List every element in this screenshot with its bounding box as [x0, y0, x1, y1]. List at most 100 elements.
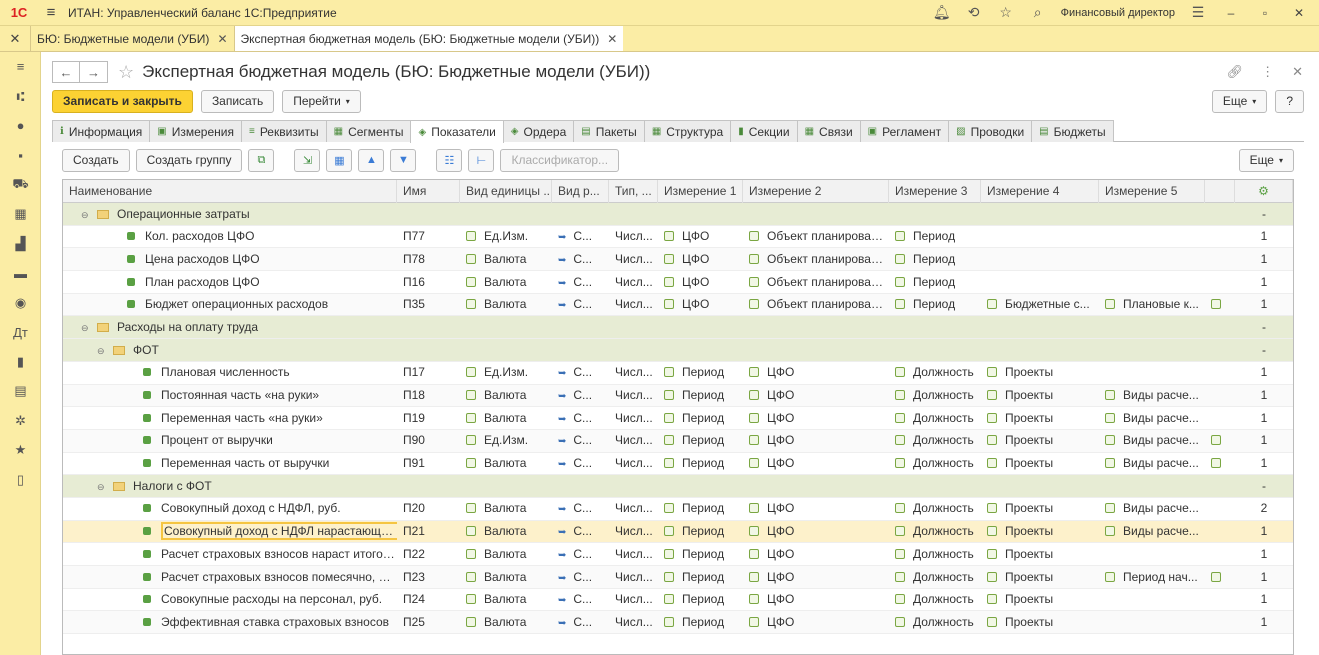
goto-dropdown-button[interactable]: Перейти ▾ — [282, 89, 361, 113]
link-icon[interactable]: 🔗︎ — [1227, 64, 1244, 80]
column-header-dim2[interactable]: Измерение 2 — [743, 180, 889, 203]
forward-button[interactable]: → — [80, 61, 108, 83]
sidebar-factory-icon[interactable]: ▟ — [0, 229, 41, 259]
table-settings-icon[interactable]: ▦ — [326, 148, 353, 172]
tab-structure[interactable]: ▦ Структура — [643, 120, 732, 142]
tab-info[interactable]: ℹ Информация — [52, 120, 151, 142]
column-header-dim5[interactable]: Измерение 5 — [1099, 180, 1205, 203]
table-more-dropdown-button[interactable]: Еще ▾ — [1238, 148, 1294, 172]
settings-menu-icon[interactable]: ☰ — [1189, 4, 1207, 21]
close-all-tabs-icon[interactable]: ✕ — [0, 26, 30, 51]
import-icon[interactable]: ⇲ — [294, 148, 321, 172]
tab-segments[interactable]: ▦ Сегменты — [325, 120, 412, 142]
table-row[interactable]: Совокупные расходы на персонал, руб. П24 В… — [63, 589, 1293, 612]
classifier-button[interactable]: Классификатор... — [500, 148, 620, 172]
table-row[interactable]: Расчет страховых взносов нараст итогом, … — [63, 543, 1293, 566]
table-row[interactable]: Совокупный доход с НДФЛ нарастающим ит..… — [63, 520, 1293, 544]
create-button[interactable]: Создать — [62, 148, 130, 172]
collapse-toggle-icon[interactable]: ⊖ — [81, 204, 91, 226]
sidebar-report-icon[interactable]: ▯ — [0, 465, 41, 495]
sidebar-gear-icon[interactable]: ✲ — [0, 406, 41, 436]
table-row[interactable]: Совокупный доход с НДФЛ, руб. П20 Валюта ➥ С… — [63, 498, 1293, 521]
restore-icon[interactable]: ▫ — [1255, 6, 1275, 20]
collapse-toggle-icon[interactable]: ⊖ — [81, 317, 91, 339]
column-header-usage-icon[interactable]: ⚙ — [1235, 180, 1293, 203]
tab-schedule[interactable]: ▣ Регламент — [859, 120, 950, 142]
table-row[interactable]: Переменная часть «на руки» П19 Валюта ➥ С...… — [63, 407, 1293, 430]
collapse-toggle-icon[interactable]: ⊖ — [97, 340, 107, 362]
column-header-name[interactable]: Наименование — [63, 180, 397, 203]
table-row[interactable]: Цена расходов ЦФО П78 Валюта ➥ С... Числ... ЦФ… — [63, 248, 1293, 272]
open-tab-expert-model[interactable]: Экспертная бюджетная модель (БЮ: Бюджетн… — [233, 26, 624, 51]
hierarchy-icon[interactable]: ☷ — [436, 148, 463, 172]
open-tab-budget-models[interactable]: БЮ: Бюджетные модели (УБИ) ✕ — [30, 26, 234, 51]
close-tab-icon[interactable]: ✕ — [217, 32, 227, 46]
table-row[interactable]: Плановая численность П17 Ед.Изм. ➥ С... Числ.… — [63, 362, 1293, 385]
main-menu-icon[interactable]: ≡ — [38, 4, 64, 21]
table-row[interactable]: Кол. расходов ЦФО П77 Ед.Изм. ➥ С... Числ... Ц… — [63, 226, 1293, 249]
history-icon[interactable]: ⟲ — [965, 4, 983, 21]
column-header-dim3[interactable]: Измерение 3 — [889, 180, 981, 203]
column-header-dim4[interactable]: Измерение 4 — [981, 180, 1099, 203]
table-group-row[interactable]: ⊖ Налоги с ФОТ - — [63, 475, 1293, 498]
table-group-row[interactable]: ⊖ ФОТ - — [63, 339, 1293, 362]
tab-sections[interactable]: ▮ Секции — [730, 120, 798, 142]
sidebar-bag-icon[interactable]: ▪ — [0, 141, 41, 171]
column-header-extra[interactable] — [1205, 180, 1235, 203]
sidebar-accounting-icon[interactable]: Дт — [0, 318, 41, 348]
close-tab-icon[interactable]: ✕ — [607, 32, 617, 46]
help-button[interactable]: ? — [1275, 89, 1304, 113]
column-header-unit[interactable]: Вид единицы ... — [460, 180, 552, 203]
close-form-icon[interactable]: ✕ — [1292, 64, 1303, 80]
tab-budgets[interactable]: ▤ Бюджеты — [1031, 120, 1114, 142]
column-header-type[interactable]: Тип, ... — [609, 180, 658, 203]
sidebar-menu-icon[interactable]: ≡ — [0, 52, 41, 82]
sidebar-cart-icon[interactable]: ⛟ — [0, 170, 41, 200]
column-header-dim1[interactable]: Измерение 1 — [658, 180, 743, 203]
sidebar-star-icon[interactable]: ★ — [0, 436, 41, 466]
tree-icon[interactable]: ⊢ — [468, 148, 495, 172]
favorites-star-icon[interactable]: ☆ — [997, 4, 1015, 21]
table-row[interactable]: Расчет страховых взносов помесячно, руб.… — [63, 566, 1293, 589]
sidebar-book-icon[interactable]: ▤ — [0, 377, 41, 407]
tab-packages[interactable]: ▤ Пакеты — [573, 120, 645, 142]
move-down-icon[interactable]: ▼ — [390, 148, 417, 172]
sidebar-truck-icon[interactable]: ▬ — [0, 259, 41, 289]
tab-postings[interactable]: ▨ Проводки — [948, 120, 1033, 142]
create-group-button[interactable]: Создать группу — [135, 148, 243, 172]
tab-orders[interactable]: ◈ Ордера — [502, 120, 575, 142]
indicators-table[interactable]: Наименование Имя Вид единицы ... Вид р..… — [62, 179, 1294, 655]
tab-indicators[interactable]: ◈ Показатели — [410, 120, 504, 143]
sidebar-chart-icon[interactable]: ▮ — [0, 347, 41, 377]
move-up-icon[interactable]: ▲ — [358, 148, 385, 172]
sidebar-grid-icon[interactable]: ▦ — [0, 200, 41, 230]
bell-icon[interactable]: 🔔︎ — [933, 4, 951, 21]
current-user[interactable]: Финансовый директор — [1061, 7, 1175, 19]
table-row[interactable]: Переменная часть от выручки П91 Валюта ➥ С..… — [63, 453, 1293, 476]
table-row[interactable]: Эффективная ставка страховых взносов П25 В… — [63, 611, 1293, 635]
table-row[interactable]: Бюджет операционных расходов П35 Валюта ➥ С.… — [63, 293, 1293, 317]
more-actions-icon[interactable]: ⋮ — [1261, 64, 1274, 80]
sidebar-itan-icon[interactable]: ⑆ — [0, 82, 41, 112]
more-dropdown-button[interactable]: Еще ▾ — [1211, 89, 1268, 113]
collapse-toggle-icon[interactable]: ⊖ — [97, 476, 107, 498]
table-group-row[interactable]: ⊖ Расходы на оплату труда - — [63, 316, 1293, 340]
column-header-kind[interactable]: Вид р... — [552, 180, 609, 203]
search-icon[interactable]: ⌕ — [1029, 4, 1047, 21]
table-group-row[interactable]: ⊖ Операционные затраты - — [63, 203, 1293, 226]
tab-attributes[interactable]: ≡ Реквизиты — [240, 120, 327, 142]
save-button[interactable]: Записать — [200, 89, 275, 113]
tab-links[interactable]: ▦ Связи — [796, 120, 861, 142]
close-window-icon[interactable]: ✕ — [1289, 6, 1309, 20]
table-row[interactable]: Процент от выручки П90 Ед.Изм. ➥ С... Числ...… — [63, 429, 1293, 453]
column-header-code[interactable]: Имя — [397, 180, 460, 203]
sidebar-finance-icon[interactable]: ● — [0, 111, 41, 141]
copy-icon[interactable]: ⧉ — [248, 148, 275, 172]
table-row[interactable]: Постоянная часть «на руки» П18 Валюта ➥ С...… — [63, 384, 1293, 408]
add-to-favorites-icon[interactable]: ☆ — [118, 62, 134, 83]
back-button[interactable]: ← — [52, 61, 80, 83]
save-and-close-button[interactable]: Записать и закрыть — [52, 89, 193, 113]
table-row[interactable]: План расходов ЦФО П16 Валюта ➥ С... Числ... ЦФ… — [63, 271, 1293, 294]
minimize-icon[interactable]: – — [1221, 6, 1241, 20]
tab-dimensions[interactable]: ▣ Измерения — [149, 120, 242, 142]
